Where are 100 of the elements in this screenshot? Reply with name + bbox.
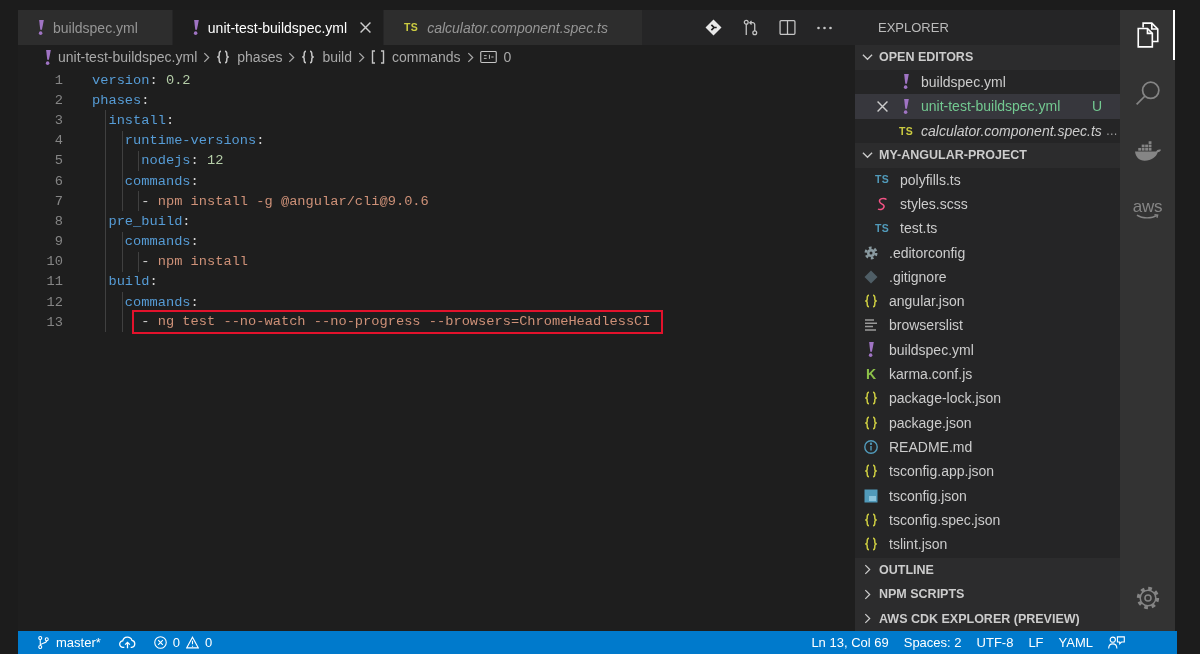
status-item[interactable]: Spaces: 2 [903, 635, 962, 650]
breadcrumb-item[interactable]: 0 [479, 49, 512, 65]
file-tree-item[interactable]: tsconfig.spec.json [855, 507, 1120, 532]
code-line: pre_build: [108, 213, 191, 229]
editor-tab[interactable]: unit-test-buildspec.yml [172, 10, 385, 45]
file-tree-item[interactable]: .gitignore [855, 264, 1120, 289]
line-number: 2 [53, 92, 63, 108]
open-editor-item[interactable]: TS calculator.component.spec.ts … [855, 118, 1120, 143]
braces-icon [864, 294, 878, 309]
files-icon [1134, 22, 1161, 48]
status-item[interactable]: LF [1028, 635, 1044, 650]
breadcrumb-item[interactable]: build [301, 49, 353, 65]
more-icon[interactable] [816, 25, 833, 30]
smile-arrow-icon [1135, 213, 1160, 220]
code-line: phases: [92, 92, 150, 108]
chevron-right-icon [864, 588, 871, 600]
line-number: 1 [53, 72, 63, 88]
open-editor-item[interactable]: unit-test-buildspec.yml U [855, 94, 1120, 119]
file-tree-item[interactable]: README.md [855, 434, 1120, 460]
line-number: 11 [45, 274, 63, 290]
section-header[interactable]: AWS CDK EXPLORER (PREVIEW) [855, 606, 1120, 631]
brackets-icon [371, 50, 386, 64]
ts-icon: TS [875, 174, 889, 185]
section-header[interactable]: MY-ANGULAR-PROJECT [855, 143, 1120, 168]
braces-icon [864, 537, 878, 552]
file-tree-item[interactable]: browserslist [855, 313, 1120, 338]
file-tree-item[interactable]: package-lock.json [855, 386, 1120, 411]
open-editor-item[interactable]: buildspec.yml [855, 69, 1120, 94]
branch-button[interactable]: master* [37, 635, 101, 650]
file-tree-item[interactable]: tsconfig.app.json [855, 459, 1120, 484]
file-tree-item[interactable]: styles.scss [855, 191, 1120, 217]
code-line: nodejs: 12 [141, 153, 224, 169]
feedback-button[interactable] [1108, 636, 1125, 649]
file-tree-item[interactable]: tsconfig.json [855, 483, 1120, 508]
feedback-icon [1108, 636, 1125, 649]
swirl-icon [875, 196, 889, 211]
exclamation-icon [868, 342, 874, 358]
diamond-icon [864, 269, 878, 284]
chevron-right-icon [864, 613, 871, 625]
chevron-right-icon [288, 51, 296, 63]
code-line: commands: [124, 173, 199, 189]
whale-icon [1134, 141, 1161, 161]
code-line: version: 0.2 [92, 72, 191, 88]
lines-icon [864, 318, 878, 333]
file-tree-item[interactable]: K karma.conf.js [855, 361, 1120, 387]
line-number: 8 [53, 213, 63, 229]
cloud-upload-icon [118, 636, 136, 649]
branch-icon [37, 636, 50, 649]
file-tree-item[interactable]: TS test.ts [855, 216, 1120, 241]
chevron-right-icon [358, 51, 366, 63]
exclamation-icon [45, 49, 51, 65]
status-item[interactable]: Ln 13, Col 69 [811, 635, 889, 650]
breadcrumb-item[interactable]: commands [371, 49, 461, 65]
file-tree-item[interactable]: tslint.json [855, 531, 1120, 557]
file-tree-item[interactable]: .editorconfig [855, 240, 1120, 265]
diamond-icon[interactable] [705, 19, 722, 36]
git-status-letter: U [1091, 98, 1102, 115]
line-number: 3 [53, 112, 63, 128]
breadcrumb-item[interactable]: phases [216, 49, 283, 65]
braces-icon [301, 50, 316, 64]
braces-icon [864, 464, 878, 479]
section-header[interactable]: OPEN EDITORS [855, 45, 1120, 70]
line-number: 9 [53, 234, 63, 250]
close-icon[interactable] [360, 22, 372, 33]
square-file-icon [864, 488, 878, 503]
close-icon[interactable] [877, 100, 888, 112]
line-number: 4 [53, 133, 63, 149]
editor-tab[interactable]: TS calculator.component.spec.ts [384, 10, 643, 45]
settings-icon [1134, 585, 1161, 611]
code-line: install: [108, 112, 175, 128]
problems-button[interactable]: 0 0 [153, 635, 213, 650]
code-line: - npm install [141, 254, 249, 270]
line-number: 5 [53, 153, 63, 169]
line-number: 10 [45, 254, 63, 270]
chevron-right-icon [466, 51, 474, 63]
file-tree-item[interactable]: angular.json [855, 289, 1120, 314]
braces-icon [864, 391, 878, 406]
file-tree-item[interactable]: buildspec.yml [855, 337, 1120, 362]
braces-icon [864, 415, 878, 430]
ts-icon: TS [875, 223, 889, 234]
code-line: build: [108, 274, 158, 290]
sync-button[interactable] [118, 636, 136, 649]
gear-icon [864, 245, 878, 260]
info-icon [864, 439, 878, 454]
status-item[interactable]: UTF-8 [976, 635, 1014, 650]
file-tree-item[interactable]: package.json [855, 410, 1120, 435]
string-symbol-icon [479, 51, 497, 63]
search-icon [1134, 80, 1161, 106]
exclamation-icon [192, 20, 199, 35]
status-item[interactable]: YAML [1058, 635, 1093, 650]
compare-changes-icon[interactable] [742, 19, 759, 36]
file-tree-item[interactable]: TS polyfills.ts [855, 167, 1120, 192]
ts-icon: TS [404, 22, 419, 33]
breadcrumb-item[interactable]: unit-test-buildspec.yml [45, 49, 198, 65]
editor-tab[interactable]: buildspec.yml [18, 10, 173, 45]
section-header[interactable]: OUTLINE [855, 557, 1120, 582]
split-editor-icon[interactable] [779, 19, 796, 36]
exclamation-icon [903, 74, 909, 90]
path-description: … [1105, 123, 1118, 138]
section-header[interactable]: NPM SCRIPTS [855, 582, 1120, 607]
